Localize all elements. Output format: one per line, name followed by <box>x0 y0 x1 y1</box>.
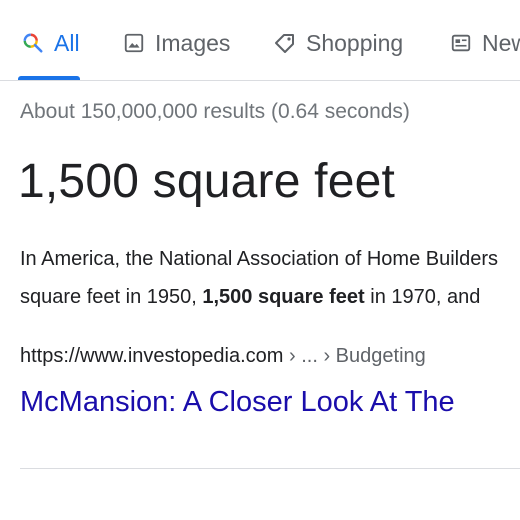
result-stats: About 150,000,000 results (0.64 seconds) <box>20 100 410 123</box>
result-title-link[interactable]: McMansion: A Closer Look At The <box>20 386 455 419</box>
news-icon <box>448 30 474 56</box>
search-tabs: All Images Shopping New <box>0 0 520 81</box>
tag-icon <box>272 30 298 56</box>
image-icon <box>121 30 147 56</box>
tab-images[interactable]: Images <box>121 26 230 60</box>
result-domain: https://www.investopedia.com <box>20 345 284 367</box>
snippet-line-1: In America, the National Association of … <box>20 248 499 270</box>
snippet-highlight: 1,500 square feet <box>202 286 365 308</box>
featured-answer: 1,500 square feet <box>18 155 396 208</box>
tab-all-label: All <box>54 29 80 56</box>
divider <box>20 468 520 469</box>
snippet-line-2: square feet in 1950, 1,500 square feet i… <box>20 278 520 316</box>
result-url[interactable]: https://www.investopedia.com › ... › Bud… <box>20 345 426 368</box>
snippet-text-end: in 1970, and <box>364 286 481 308</box>
snippet-text: square feet in 1950, <box>20 286 203 308</box>
tab-shopping-label: Shopping <box>306 29 404 56</box>
tab-images-label: Images <box>155 29 231 56</box>
search-icon <box>20 30 46 56</box>
tab-news-label: News <box>482 29 520 56</box>
tab-news[interactable]: News <box>448 26 520 60</box>
active-tab-indicator <box>18 76 80 80</box>
tab-all[interactable]: All <box>20 26 80 60</box>
result-breadcrumb: › ... › Budgeting <box>283 345 426 367</box>
featured-snippet: In America, the National Association of … <box>20 240 520 316</box>
search-results-page: All Images Shopping New About 150,000,00… <box>0 0 520 520</box>
tab-shopping[interactable]: Shopping <box>272 26 403 60</box>
